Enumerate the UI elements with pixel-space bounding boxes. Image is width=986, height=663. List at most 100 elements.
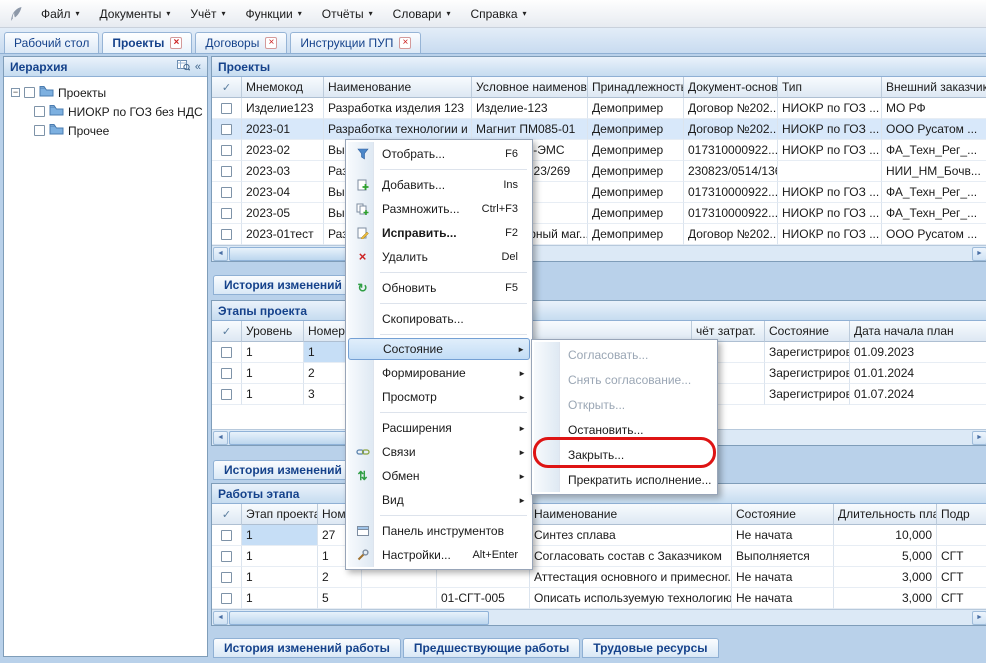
menu-item-delete[interactable]: × Удалить Del (348, 245, 530, 269)
menu-item-filter[interactable]: Отобрать... F6 (348, 142, 530, 166)
menu-item-view[interactable]: Вид ► (348, 488, 530, 512)
table-cell[interactable]: Демопример (588, 182, 684, 203)
table-cell[interactable]: 3,000 (834, 588, 937, 609)
table-cell[interactable]: СГТ (937, 567, 986, 588)
menu-reports[interactable]: Отчёты▾ (313, 4, 382, 24)
menu-item-refresh[interactable]: ↻ Обновить F5 (348, 276, 530, 300)
close-icon[interactable]: × (265, 37, 277, 49)
menu-item-duplicate[interactable]: Размножить... Ctrl+F3 (348, 197, 530, 221)
table-cell[interactable]: 2 (318, 567, 362, 588)
table-cell[interactable]: Разработка технологии и (324, 119, 472, 140)
table-cell[interactable]: 5 (318, 588, 362, 609)
table-cell[interactable]: 1 (242, 342, 304, 363)
table-cell[interactable]: 017310000922... (684, 140, 778, 161)
table-cell[interactable]: 10,000 (834, 525, 937, 546)
row-checkbox[interactable] (221, 229, 232, 240)
menu-accounting[interactable]: Учёт▾ (181, 4, 234, 24)
table-cell[interactable]: Демопример (588, 161, 684, 182)
select-all-header[interactable]: ✓ (212, 321, 242, 342)
table-row[interactable]: Изделие123 Разработка изделия 123 Издели… (212, 98, 986, 119)
table-cell[interactable]: СГТ (937, 588, 986, 609)
table-cell[interactable]: 01.09.2023 (850, 342, 986, 363)
table-row[interactable]: 2023-05 Выполнение Демопример 0173100009… (212, 203, 986, 224)
table-cell[interactable] (437, 567, 530, 588)
submenu-item-terminate[interactable]: Прекратить исполнение... (534, 467, 715, 492)
table-cell[interactable]: 01.07.2024 (850, 384, 986, 405)
tab-projects[interactable]: Проекты× (102, 32, 192, 53)
table-cell[interactable]: 01-СГТ-005 (437, 588, 530, 609)
table-cell[interactable] (362, 588, 437, 609)
table-row-selected[interactable]: 2023-01 Разработка технологии и Магнит П… (212, 119, 986, 140)
column-header[interactable]: Документ-основан (684, 77, 778, 98)
table-row[interactable]: 2023-04 Выполнение Демопример 0173100009… (212, 182, 986, 203)
table-cell[interactable]: Синтез сплава (530, 525, 732, 546)
table-cell[interactable]: ФА_Техн_Рег_... (882, 182, 986, 203)
table-cell[interactable]: Договор №202... (684, 224, 778, 245)
tree-checkbox[interactable] (34, 125, 45, 136)
tab-labor-resources[interactable]: Трудовые ресурсы (582, 638, 718, 658)
row-checkbox[interactable] (221, 166, 232, 177)
menu-documents[interactable]: Документы▾ (91, 4, 180, 24)
table-cell[interactable]: 1 (242, 546, 318, 567)
column-header[interactable]: Мнемокод (242, 77, 324, 98)
menu-functions[interactable]: Функции▾ (236, 4, 310, 24)
table-cell[interactable]: 1 (242, 384, 304, 405)
scroll-right-icon[interactable]: ► (972, 431, 986, 445)
table-cell[interactable]: ООО Русатом ... (882, 224, 986, 245)
table-row[interactable]: 1 27 Синтез сплава Не начата 10,000 (212, 525, 986, 546)
tree-node-niokr[interactable]: НИОКР по ГОЗ без НДС (6, 102, 205, 121)
row-checkbox[interactable] (221, 593, 232, 604)
table-cell[interactable]: ФА_Техн_Рег_... (882, 203, 986, 224)
table-cell[interactable]: ООО Русатом ... (882, 119, 986, 140)
scrollbar-thumb[interactable] (229, 611, 489, 625)
menu-item-settings[interactable]: Настройки... Alt+Enter (348, 543, 530, 567)
row-checkbox[interactable] (221, 572, 232, 583)
menu-item-toolbar[interactable]: Панель инструментов (348, 519, 530, 543)
scroll-right-icon[interactable]: ► (972, 611, 986, 625)
table-cell[interactable]: Зарегистрирован (765, 384, 850, 405)
column-header[interactable]: Внешний заказчик (882, 77, 986, 98)
column-header[interactable]: Состояние (765, 321, 850, 342)
select-all-header[interactable]: ✓ (212, 77, 242, 98)
table-cell[interactable]: Зарегистрирован (765, 363, 850, 384)
table-cell[interactable]: 2023-04 (242, 182, 324, 203)
table-cell[interactable]: Демопример (588, 203, 684, 224)
table-cell[interactable]: Не начата (732, 525, 834, 546)
scroll-right-icon[interactable]: ► (972, 247, 986, 261)
table-cell[interactable]: Зарегистрирован (765, 342, 850, 363)
tree-checkbox[interactable] (34, 106, 45, 117)
tab-predecessor-works[interactable]: Предшествующие работы (403, 638, 580, 658)
column-header[interactable]: Состояние (732, 504, 834, 525)
table-cell[interactable]: НИОКР по ГОЗ ... (778, 140, 882, 161)
row-checkbox[interactable] (221, 208, 232, 219)
column-header[interactable]: Уровень (242, 321, 304, 342)
table-cell[interactable]: МО РФ (882, 98, 986, 119)
menu-item-preview[interactable]: Просмотр ► (348, 385, 530, 409)
column-header[interactable]: Подр (937, 504, 986, 525)
menu-item-copy[interactable]: Скопировать... (348, 307, 530, 331)
table-cell[interactable]: 1 (242, 588, 318, 609)
table-cell[interactable]: 01.01.2024 (850, 363, 986, 384)
row-checkbox[interactable] (221, 530, 232, 541)
row-checkbox[interactable] (221, 551, 232, 562)
table-cell[interactable]: 1 (242, 363, 304, 384)
menu-item-extensions[interactable]: Расширения ► (348, 416, 530, 440)
table-cell[interactable]: Не начата (732, 588, 834, 609)
table-cell[interactable]: НИИ_НМ_Бочв... (882, 161, 986, 182)
table-cell[interactable]: 017310000922... (684, 182, 778, 203)
table-cell[interactable]: Согласовать состав с Заказчиком (530, 546, 732, 567)
tree-node-projects[interactable]: − Проекты (6, 83, 205, 102)
row-checkbox[interactable] (221, 368, 232, 379)
menu-item-state[interactable]: Состояние ► (348, 338, 530, 360)
column-header[interactable]: Наименование (324, 77, 472, 98)
table-cell[interactable]: Описать используемую технологию (530, 588, 732, 609)
menu-item-links[interactable]: Связи ► (348, 440, 530, 464)
row-checkbox[interactable] (221, 347, 232, 358)
table-cell[interactable]: НИОКР по ГОЗ ... (778, 224, 882, 245)
tab-work-history[interactable]: История изменений работы (213, 638, 401, 658)
tree-checkbox[interactable] (24, 87, 35, 98)
table-cell[interactable]: 2023-01тест (242, 224, 324, 245)
scroll-left-icon[interactable]: ◄ (213, 431, 228, 445)
table-cell[interactable]: Выполняется (732, 546, 834, 567)
table-cell[interactable]: НИОКР по ГОЗ ... (778, 203, 882, 224)
